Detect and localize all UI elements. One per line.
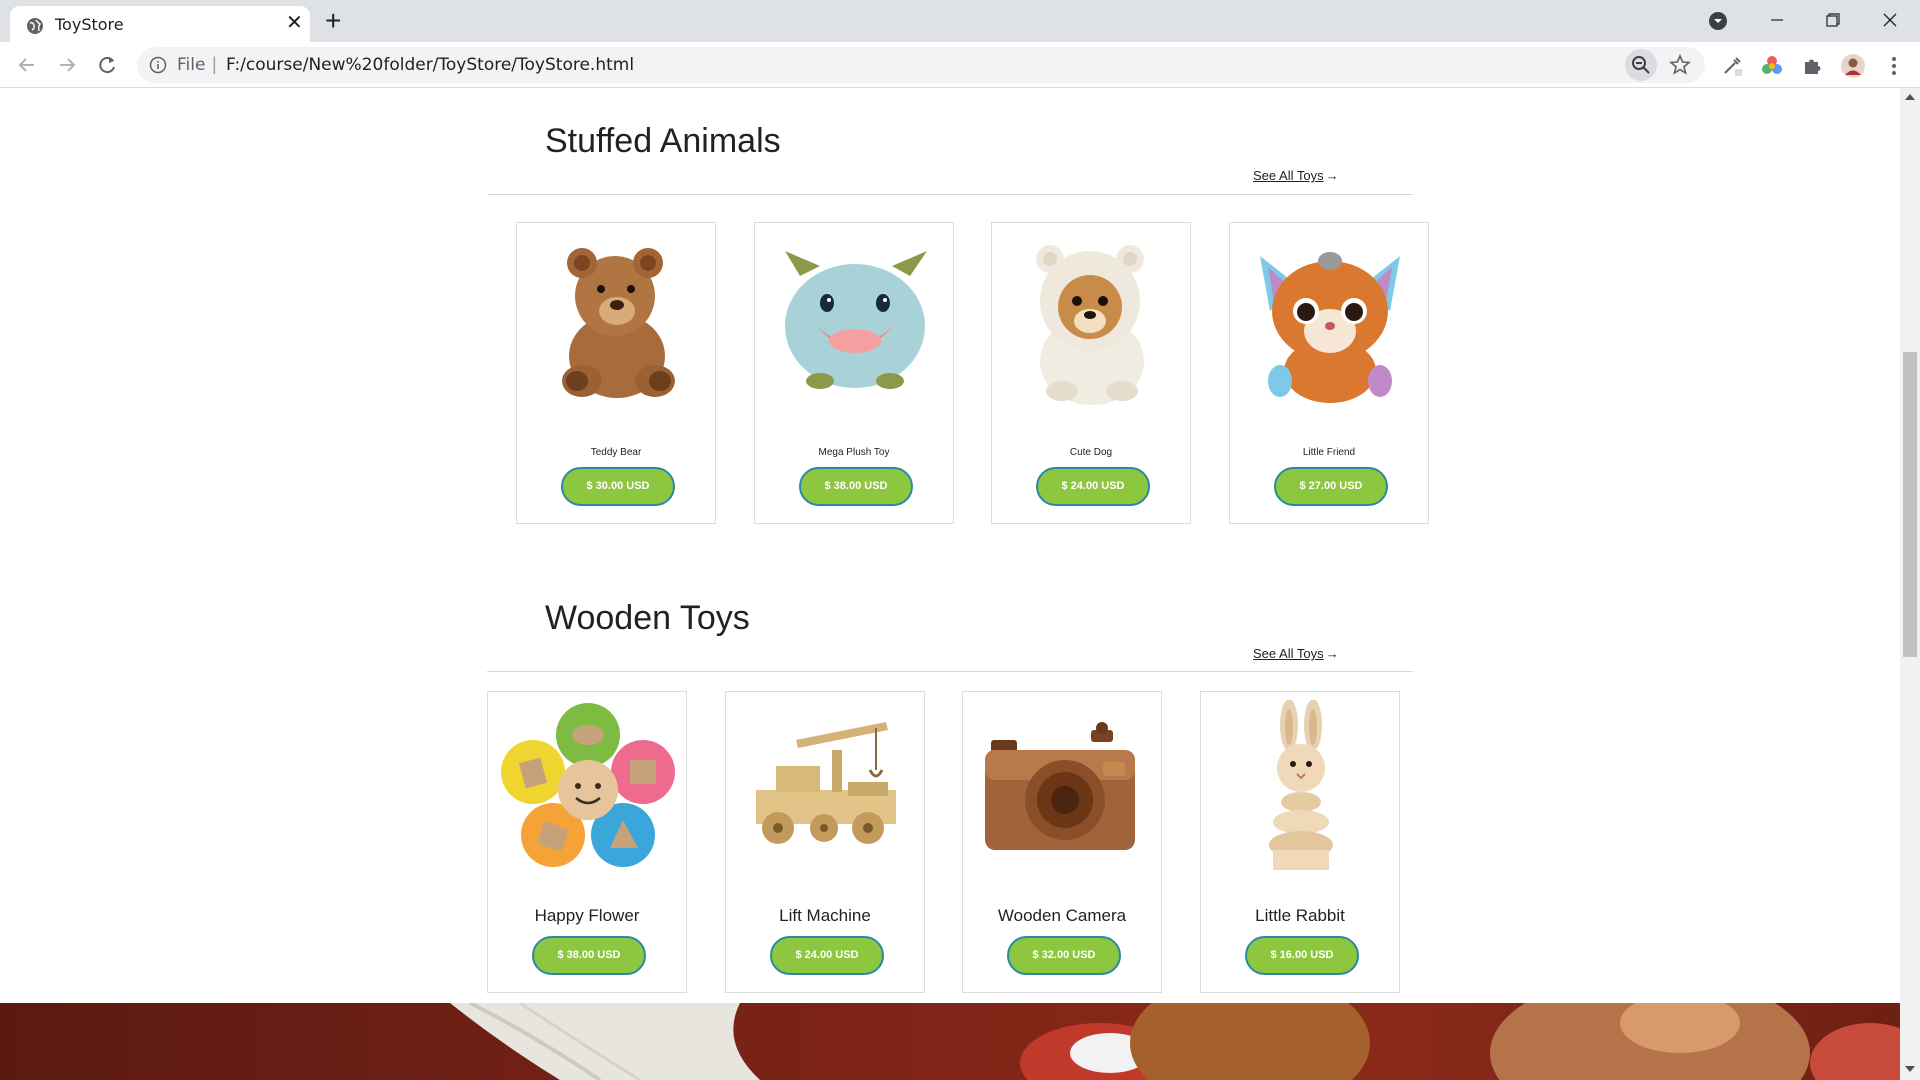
section-divider: [487, 671, 1413, 672]
section-divider: [487, 194, 1413, 195]
flower-shape-sorter-icon: [501, 703, 675, 867]
price-button[interactable]: $ 24.00 USD: [770, 936, 884, 975]
browser-titlebar: ToyStore ✕ +: [0, 0, 1920, 42]
scroll-thumb[interactable]: [1903, 352, 1917, 657]
more-options-icon[interactable]: [1882, 54, 1906, 78]
price-button[interactable]: $ 38.00 USD: [799, 467, 913, 506]
product-card-teddy-bear[interactable]: Teddy Bear $ 30.00 USD: [516, 222, 716, 524]
see-all-toys-link-stuffed[interactable]: See All Toys →: [1253, 168, 1339, 183]
price-button[interactable]: $ 30.00 USD: [561, 467, 675, 506]
page-viewport: Stuffed Animals See All Toys → Teddy Bear…: [0, 88, 1900, 1080]
puzzle-extensions-icon[interactable]: [1800, 54, 1824, 78]
browser-tab[interactable]: ToyStore ✕: [10, 6, 310, 42]
profile-avatar-icon[interactable]: [1840, 53, 1866, 79]
wooden-rabbit-icon: [1269, 700, 1333, 870]
product-card-little-friend[interactable]: Little Friend $ 27.00 USD: [1229, 222, 1429, 524]
color-wheel-extension-icon[interactable]: [1760, 54, 1784, 78]
price-button[interactable]: $ 16.00 USD: [1245, 936, 1359, 975]
product-name: Wooden Camera: [997, 906, 1127, 925]
back-arrow-icon[interactable]: [14, 52, 40, 78]
product-card-lift-machine[interactable]: Lift Machine $ 24.00 USD: [725, 691, 925, 993]
product-name: Little Friend: [1302, 447, 1356, 458]
scroll-down-icon[interactable]: [1905, 1066, 1915, 1072]
price-button[interactable]: $ 24.00 USD: [1036, 467, 1150, 506]
product-card-mega-plush-toy[interactable]: Mega Plush Toy $ 38.00 USD: [754, 222, 954, 524]
product-card-cute-dog[interactable]: Cute Dog $ 24.00 USD: [991, 222, 1191, 524]
scroll-up-icon[interactable]: [1905, 94, 1915, 100]
page-scrollbar[interactable]: [1900, 88, 1920, 1080]
close-tab-icon[interactable]: ✕: [286, 13, 303, 33]
wooden-camera-icon: [985, 722, 1135, 850]
see-all-label: See All Toys: [1253, 646, 1324, 661]
tab-title: ToyStore: [55, 15, 124, 34]
holiday-toys-photo: [450, 1003, 1900, 1080]
product-name: Cute Dog: [1069, 447, 1113, 458]
product-name: Mega Plush Toy: [818, 447, 890, 458]
dog-in-hoodie-icon: [1036, 245, 1144, 405]
product-card-wooden-camera[interactable]: Wooden Camera $ 32.00 USD: [962, 691, 1162, 993]
plush-monster-icon: [785, 251, 927, 389]
info-icon[interactable]: [149, 56, 167, 74]
eyedropper-extension-icon[interactable]: [1720, 54, 1744, 78]
address-bar[interactable]: File | F:/course/New%20folder/ToyStore/T…: [137, 47, 1705, 83]
tab-search-icon[interactable]: [1707, 10, 1729, 32]
product-card-little-rabbit[interactable]: Little Rabbit $ 16.00 USD: [1200, 691, 1400, 993]
section-title-wooden-toys: Wooden Toys: [545, 599, 750, 637]
url-text[interactable]: F:/course/New%20folder/ToyStore/ToyStore…: [226, 55, 634, 75]
arrow-right-icon: →: [1325, 646, 1339, 661]
arrow-right-icon: →: [1325, 168, 1339, 183]
product-name: Teddy Bear: [590, 447, 642, 458]
zoom-button[interactable]: [1625, 49, 1657, 81]
url-separator: |: [212, 54, 217, 74]
globe-icon: [27, 18, 43, 34]
see-all-toys-link-wooden[interactable]: See All Toys →: [1253, 646, 1339, 661]
new-tab-icon[interactable]: +: [325, 6, 341, 36]
restore-icon[interactable]: [1813, 6, 1853, 36]
product-card-happy-flower[interactable]: Happy Flower $ 38.00 USD: [487, 691, 687, 993]
price-button[interactable]: $ 38.00 USD: [532, 936, 646, 975]
forward-arrow-icon[interactable]: [54, 52, 80, 78]
zoom-out-icon: [1632, 56, 1650, 74]
price-button[interactable]: $ 32.00 USD: [1007, 936, 1121, 975]
price-button[interactable]: $ 27.00 USD: [1274, 467, 1388, 506]
product-name: Happy Flower: [534, 906, 640, 925]
browser-toolbar: File | F:/course/New%20folder/ToyStore/T…: [0, 42, 1920, 88]
close-window-icon[interactable]: [1870, 6, 1910, 36]
minimize-icon[interactable]: [1757, 6, 1797, 36]
url-scheme-label: File: [177, 55, 206, 75]
footer-banner-image: [0, 1003, 1900, 1080]
fox-plush-icon: [1260, 252, 1400, 403]
section-title-stuffed-animals: Stuffed Animals: [545, 122, 781, 160]
reload-icon[interactable]: [94, 52, 120, 78]
bookmark-star-icon[interactable]: [1669, 54, 1691, 76]
see-all-label: See All Toys: [1253, 168, 1324, 183]
teddy-bear-icon: [562, 248, 675, 398]
product-name: Lift Machine: [779, 906, 871, 925]
wooden-crane-truck-icon: [756, 722, 896, 844]
product-name: Little Rabbit: [1255, 906, 1345, 925]
